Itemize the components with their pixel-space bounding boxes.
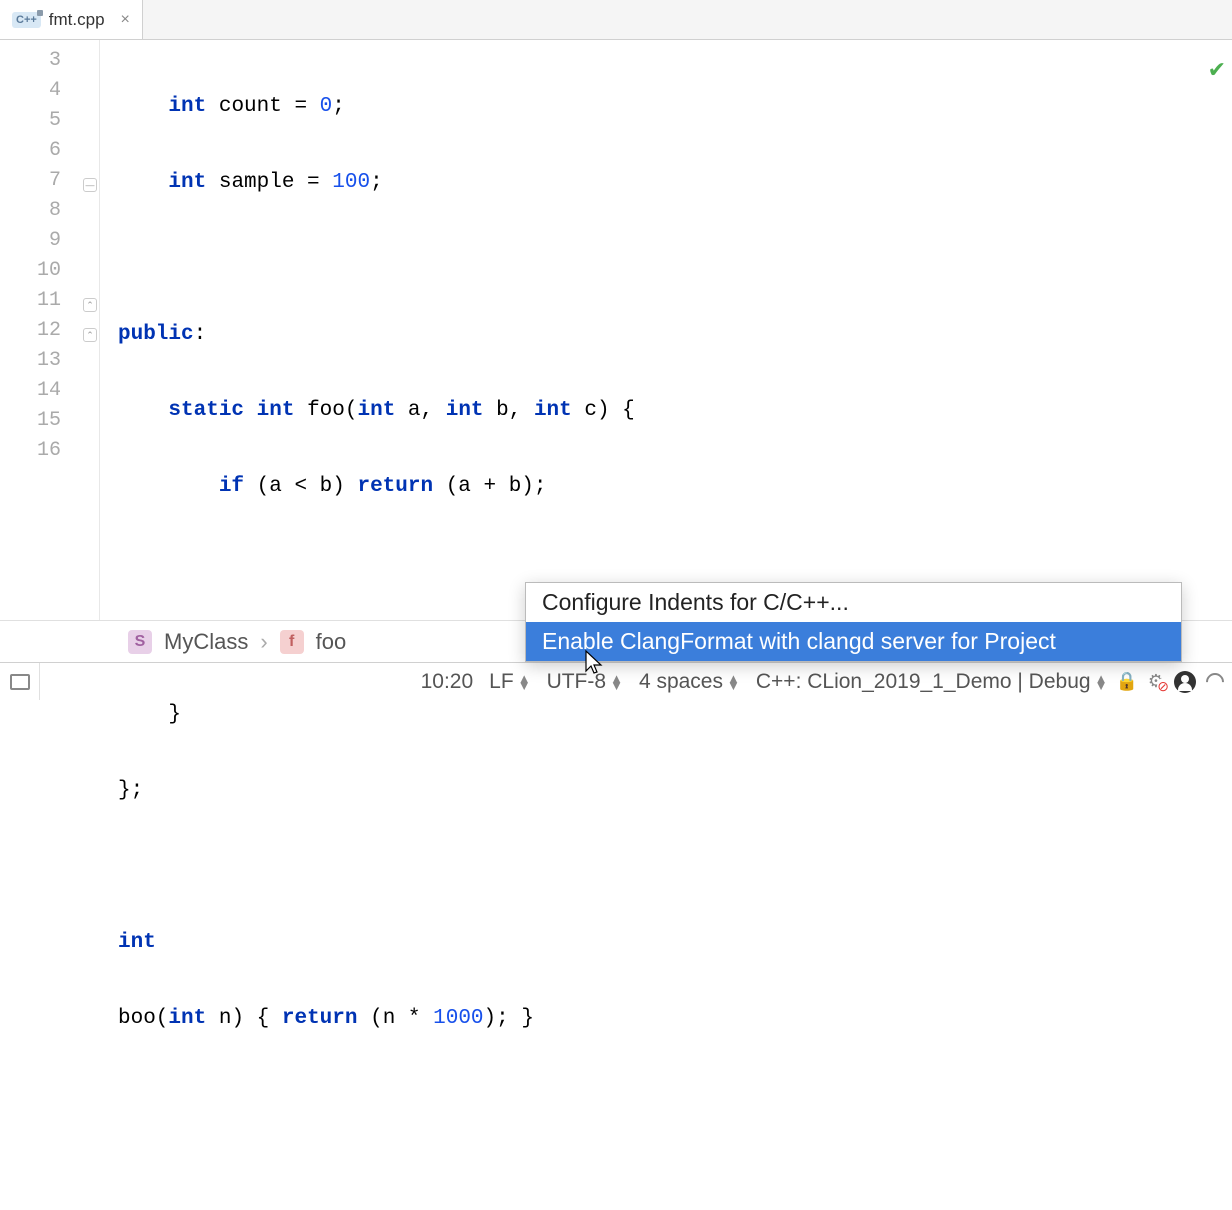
lock-icon[interactable]: 🔒 <box>1115 671 1137 692</box>
menu-configure-indents[interactable]: Configure Indents for C/C++... <box>526 583 1181 622</box>
close-icon[interactable]: × <box>121 11 130 29</box>
menu-enable-clangformat[interactable]: Enable ClangFormat with clangd server fo… <box>526 622 1181 661</box>
line-number[interactable]: 3 <box>0 46 99 76</box>
settings-icon[interactable]: ⚙ <box>1148 671 1164 692</box>
run-config-selector[interactable]: C++: CLion_2019_1_Demo | Debug▲▼ <box>748 670 1116 694</box>
cpp-file-icon: C++ <box>12 12 41 28</box>
status-bar: 10:20 LF▲▼ UTF-8▲▼ 4 spaces▲▼ C++: CLion… <box>0 662 1232 700</box>
fold-marker-icon[interactable]: — <box>83 178 97 192</box>
line-number[interactable]: 6 <box>0 136 99 166</box>
cursor-position[interactable]: 10:20 <box>413 670 482 694</box>
tab-filename: fmt.cpp <box>49 10 105 30</box>
line-number[interactable]: 10 <box>0 256 99 286</box>
tab-bar: C++ fmt.cpp × <box>0 0 1232 40</box>
line-number[interactable]: 9 <box>0 226 99 256</box>
class-icon: S <box>128 630 152 654</box>
progress-icon[interactable] <box>1206 673 1224 691</box>
line-number[interactable]: 13 <box>0 346 99 376</box>
user-icon[interactable] <box>1174 671 1196 693</box>
line-number[interactable]: 16 <box>0 436 99 466</box>
gutter: 3 4 5 6 7 8 9 10 11 12 13 14 15 16 — ⌃ ⌃ <box>0 40 100 660</box>
breadcrumb-class[interactable]: MyClass <box>164 629 248 655</box>
fold-marker-icon[interactable]: ⌃ <box>83 328 97 342</box>
breadcrumb-separator-icon: › <box>260 629 267 655</box>
fold-marker-icon[interactable]: ⌃ <box>83 298 97 312</box>
encoding-selector[interactable]: UTF-8▲▼ <box>539 670 631 694</box>
code-editor[interactable]: int count = 0; int sample = 100; public:… <box>100 40 1232 660</box>
context-menu: Configure Indents for C/C++... Enable Cl… <box>525 582 1182 662</box>
line-number[interactable]: 5 <box>0 106 99 136</box>
line-number[interactable]: 15 <box>0 406 99 436</box>
tool-window-icon[interactable] <box>0 663 40 700</box>
file-tab[interactable]: C++ fmt.cpp × <box>0 0 143 39</box>
function-icon: f <box>280 630 304 654</box>
line-number[interactable]: 14 <box>0 376 99 406</box>
indent-selector[interactable]: 4 spaces▲▼ <box>631 670 748 694</box>
line-number[interactable]: 8 <box>0 196 99 226</box>
editor-area: 3 4 5 6 7 8 9 10 11 12 13 14 15 16 — ⌃ ⌃… <box>0 40 1232 660</box>
line-number[interactable]: 4 <box>0 76 99 106</box>
success-check-icon: ✔ <box>1208 58 1226 84</box>
breadcrumb-function[interactable]: foo <box>316 629 347 655</box>
line-ending-selector[interactable]: LF▲▼ <box>481 670 538 694</box>
